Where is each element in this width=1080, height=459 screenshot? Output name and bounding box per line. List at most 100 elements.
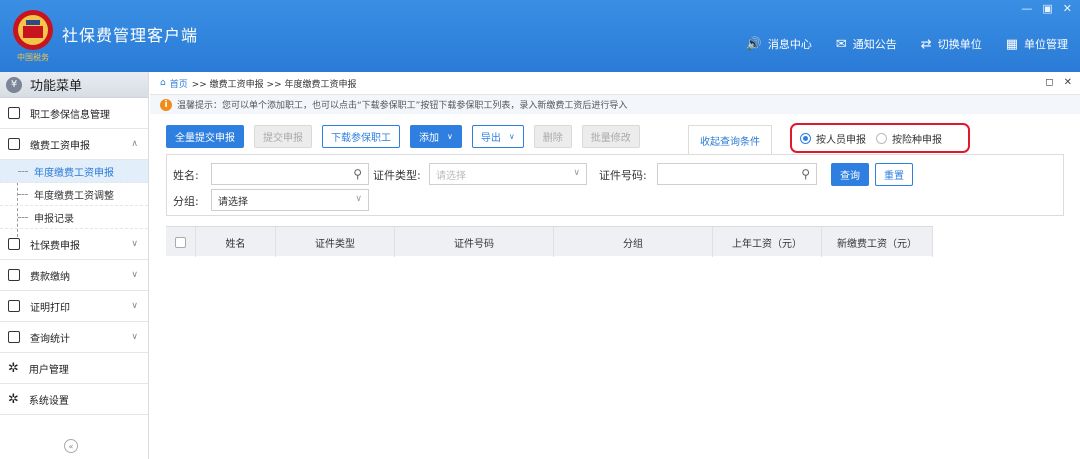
print-icon — [8, 300, 20, 312]
sidebar-item-label: 职工参保信息管理 — [30, 109, 110, 121]
chevron-down-icon: ∨ — [131, 301, 138, 311]
sidebar-sub-records[interactable]: 申报记录 — [0, 206, 148, 229]
sidebar-item-label: 证明打印 — [30, 302, 70, 314]
sidebar-sub-annual-wage[interactable]: 年度缴费工资申报 — [0, 160, 148, 183]
sidebar-item-wage-declaration[interactable]: 缴费工资申报 ∧ — [0, 129, 148, 160]
id-number-label: 证件号码: — [599, 169, 647, 182]
logo-text: 中国税务 — [17, 52, 49, 62]
select-all-checkbox[interactable] — [166, 227, 196, 257]
mail-icon: ✉ — [835, 36, 847, 52]
yen-icon: ¥ — [6, 76, 22, 93]
list-icon — [8, 107, 20, 119]
message-center-label: 消息中心 — [767, 38, 812, 51]
tax-logo-icon: 中国税务 — [13, 10, 53, 62]
toolbar: 全量提交申报 提交申报 下载参保职工 添加 ∨ 导出 ∨ 删除 批量修改 — [166, 125, 650, 148]
delete-button[interactable]: 删除 — [533, 125, 572, 148]
batch-edit-button[interactable]: 批量修改 — [581, 125, 640, 148]
tip-bar: i 温馨提示：您可以单个添加职工，也可以点击“下载参保职工”按钮下载参保职工列表… — [150, 95, 1080, 114]
chevron-down-icon: ∨ — [131, 270, 138, 280]
by-insurance-radio[interactable]: 按险种申报 — [876, 131, 942, 146]
maximize-icon[interactable]: ▣ — [1042, 2, 1052, 15]
radio-checked-icon — [800, 132, 811, 144]
group-select-value: 请选择 — [218, 196, 248, 208]
add-button[interactable]: 添加 ∨ — [410, 125, 462, 148]
column-header-new-wage[interactable]: 新缴费工资（元） — [822, 227, 933, 257]
id-type-placeholder: 请选择 — [436, 170, 466, 182]
unit-management-label: 单位管理 — [1024, 38, 1068, 51]
chevron-down-icon: ∨ — [573, 168, 580, 178]
unit-management-button[interactable]: ▦ 单位管理 — [1006, 36, 1068, 52]
collapse-sidebar-icon[interactable]: « — [64, 439, 78, 453]
sidebar-sub-label: 年度缴费工资申报 — [34, 167, 114, 179]
switch-unit-button[interactable]: ⇄ 切换单位 — [921, 36, 982, 52]
sidebar-item-label: 系统设置 — [28, 395, 69, 407]
chevron-down-icon: ∨ — [131, 332, 138, 342]
minimize-icon[interactable]: — — [1021, 2, 1032, 15]
search-icon: ⚲ — [801, 167, 810, 181]
submit-button[interactable]: 提交申报 — [254, 125, 312, 148]
export-button-label: 导出 — [480, 133, 501, 144]
sidebar-item-system-settings[interactable]: ✲ 系统设置 — [0, 384, 148, 415]
sidebar-item-user-management[interactable]: ✲ 用户管理 — [0, 353, 148, 384]
notice-button[interactable]: ✉ 通知公告 — [836, 36, 897, 52]
sidebar-item-certificate-print[interactable]: 证明打印 ∨ — [0, 291, 148, 322]
home-icon: ⌂ — [160, 78, 166, 88]
reset-button[interactable]: 重置 — [875, 163, 913, 186]
gear-icon: ✲ — [8, 360, 19, 376]
tip-text: 温馨提示：您可以单个添加职工，也可以点击“下载参保职工”按钮下载参保职工列表，录… — [177, 101, 628, 111]
sidebar: ¥ 功能菜单 职工参保信息管理 缴费工资申报 ∧ 年度缴费工资申报 年度缴费工资… — [0, 72, 149, 459]
checkbox-icon — [175, 236, 186, 248]
breadcrumb-path: >> 缴费工资申报 >> 年度缴费工资申报 — [191, 79, 357, 90]
message-center-button[interactable]: 🔊 消息中心 — [746, 36, 812, 52]
sidebar-sub-wage-adjust[interactable]: 年度缴费工资调整 — [0, 183, 148, 206]
by-person-radio[interactable]: 按人员申报 — [800, 131, 866, 146]
export-button[interactable]: 导出 ∨ — [471, 125, 524, 148]
notice-label: 通知公告 — [852, 38, 897, 51]
sidebar-item-label: 查询统计 — [30, 333, 70, 345]
chart-icon — [8, 331, 20, 343]
search-panel: 姓名: ⚲ 证件类型: 请选择 ∨ 证件号码: ⚲ 查询 重置 分组: 请选择 … — [166, 154, 1064, 216]
query-button[interactable]: 查询 — [831, 163, 869, 186]
by-insurance-label: 按险种申报 — [892, 134, 942, 146]
breadcrumb-home-link[interactable]: 首页 — [170, 77, 188, 90]
radio-unchecked-icon — [876, 132, 887, 144]
close-icon[interactable]: ✕ — [1064, 77, 1072, 88]
main-panel: ⌂ 首页 >> 缴费工资申报 >> 年度缴费工资申报 ◻ ✕ i 温馨提示：您可… — [150, 72, 1080, 459]
document-icon — [8, 238, 20, 250]
chevron-up-icon: ∧ — [131, 139, 138, 149]
search-icon: ⚲ — [353, 167, 362, 181]
column-header-id-type[interactable]: 证件类型 — [276, 227, 395, 257]
restore-icon[interactable]: ◻ — [1045, 77, 1053, 88]
breadcrumb: ⌂ 首页 >> 缴费工资申报 >> 年度缴费工资申报 — [150, 72, 1080, 95]
column-header-id-number[interactable]: 证件号码 — [395, 227, 554, 257]
building-icon: ▦ — [1005, 36, 1018, 52]
id-number-input[interactable]: ⚲ — [657, 163, 817, 185]
sidebar-sub-label: 申报记录 — [34, 213, 74, 225]
close-icon[interactable]: ✕ — [1063, 2, 1072, 15]
data-table-header: 姓名 证件类型 证件号码 分组 上年工资（元） 新缴费工资（元） — [166, 226, 933, 257]
name-input[interactable]: ⚲ — [211, 163, 369, 185]
column-header-last-year-wage[interactable]: 上年工资（元） — [713, 227, 822, 257]
collapse-query-tab[interactable]: 收起查询条件 — [688, 125, 772, 155]
group-select[interactable]: 请选择 ∨ — [211, 189, 369, 211]
sidebar-item-payment[interactable]: 费款缴纳 ∨ — [0, 260, 148, 291]
sidebar-title: 功能菜单 — [30, 79, 83, 94]
chevron-down-icon: ∨ — [447, 132, 453, 141]
group-label: 分组: — [173, 195, 199, 208]
sidebar-item-social-declaration[interactable]: 社保费申报 ∨ — [0, 229, 148, 260]
submit-all-button[interactable]: 全量提交申报 — [166, 125, 244, 148]
sidebar-item-employee-info[interactable]: 职工参保信息管理 — [0, 98, 148, 129]
sidebar-sub-label: 年度缴费工资调整 — [34, 190, 114, 202]
sidebar-item-query-stats[interactable]: 查询统计 ∨ — [0, 322, 148, 353]
header-menu: 🔊 消息中心 ✉ 通知公告 ⇄ 切换单位 ▦ 单位管理 — [746, 36, 1068, 52]
download-employees-button[interactable]: 下载参保职工 — [322, 125, 400, 148]
window-controls: — ▣ ✕ — [1021, 2, 1072, 15]
column-header-group[interactable]: 分组 — [554, 227, 713, 257]
gear-icon: ✲ — [8, 391, 19, 407]
by-person-label: 按人员申报 — [816, 134, 866, 146]
declaration-mode-radio-group: 按人员申报 按险种申报 — [790, 123, 970, 153]
id-type-select[interactable]: 请选择 ∨ — [429, 163, 587, 185]
column-header-name[interactable]: 姓名 — [196, 227, 276, 257]
speaker-icon: 🔊 — [745, 36, 762, 52]
app-title: 社保费管理客户端 — [62, 26, 199, 45]
